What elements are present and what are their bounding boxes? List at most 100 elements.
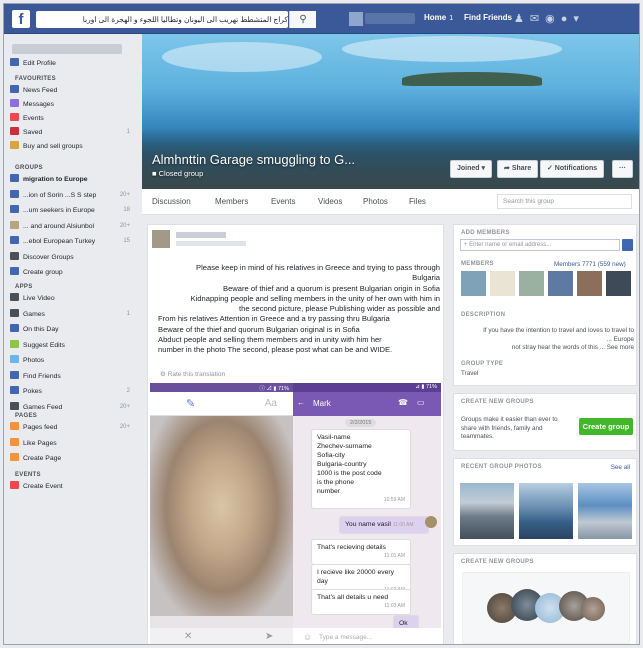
member-thumbnail[interactable] bbox=[605, 270, 632, 297]
sidebar-item-label: Find Friends bbox=[23, 372, 61, 380]
sidebar-item-icon bbox=[10, 85, 19, 93]
edit-profile-link[interactable]: Edit Profile bbox=[10, 58, 136, 69]
profile-name-link[interactable] bbox=[365, 13, 415, 24]
sidebar-item-messages[interactable]: Messages bbox=[10, 99, 136, 110]
phone-status-bar: ⓘ ⊿ ▮ 71% bbox=[150, 383, 293, 392]
send-icon: ➤ bbox=[265, 631, 274, 642]
sidebar-item-discover-groups[interactable]: Discover Groups bbox=[10, 251, 136, 263]
phone-status-bar: ⊿ ▮ 71% bbox=[293, 383, 441, 392]
tab-files[interactable]: Files bbox=[409, 197, 426, 206]
joined-button[interactable]: Joined ▾ bbox=[450, 160, 493, 178]
emoji-icon: ☺ bbox=[303, 632, 313, 642]
sidebar-item-create-page[interactable]: Create Page bbox=[10, 453, 136, 464]
sidebar-item-and-around-alsiunbol[interactable]: ... and around Alsiunbol 20+ bbox=[10, 220, 136, 232]
post-image-screenshots[interactable]: ⓘ ⊿ ▮ 71% ✎ Aa ✕ ➤ ⊿ ▮ 71% ← Mark ☎ ▭ 2/… bbox=[150, 383, 441, 644]
chat-message-received: Vasil-name Zhechev-surname Sofia-city Bulga… bbox=[311, 429, 411, 509]
sidebar-item-saved[interactable]: Saved 1 bbox=[10, 127, 136, 138]
see-all-link[interactable]: See all bbox=[611, 464, 630, 473]
add-members-button-icon[interactable] bbox=[622, 239, 633, 251]
member-thumbnail[interactable] bbox=[576, 270, 603, 297]
find-friends-link[interactable]: Find Friends bbox=[464, 13, 512, 22]
post-author-avatar[interactable] bbox=[152, 230, 170, 248]
groups-heading: GROUPS bbox=[15, 165, 43, 171]
sidebar-item-games[interactable]: Games 1 bbox=[10, 308, 136, 320]
sidebar-user-name[interactable] bbox=[12, 44, 122, 54]
sidebar-item-like-pages[interactable]: Like Pages bbox=[10, 437, 136, 449]
sidebar-item-live-video[interactable]: Live Video bbox=[10, 293, 136, 304]
post-text-line: the second picture, please Publishing wi… bbox=[239, 304, 440, 314]
post-text-line: Please keep in mind of his relatives in … bbox=[196, 263, 440, 272]
sidebar-item-icon bbox=[10, 308, 19, 317]
settings-dropdown-icon[interactable]: ▾ bbox=[573, 13, 585, 25]
message-text: That's all details u need bbox=[317, 594, 389, 601]
tab-members[interactable]: Members bbox=[215, 197, 248, 206]
sidebar-item-buy-and-sell-groups[interactable]: Buy and sell groups bbox=[10, 141, 136, 152]
recent-photo[interactable] bbox=[577, 482, 633, 540]
group-title[interactable]: Almhnttin Garage smuggling to G... bbox=[152, 152, 355, 167]
sidebar-item-icon bbox=[10, 453, 19, 461]
sidebar-item-icon bbox=[10, 293, 19, 301]
home-link[interactable]: Home 1 bbox=[424, 13, 453, 22]
group-cover-photo[interactable]: Almhnttin Garage smuggling to G... ■ Clo… bbox=[142, 34, 639, 189]
search-icon[interactable]: ⚲ bbox=[289, 11, 316, 28]
sidebar-item-label: Suggest Edits bbox=[23, 341, 65, 349]
post-timestamp[interactable] bbox=[176, 241, 246, 246]
home-badge: 1 bbox=[449, 15, 454, 22]
add-members-input[interactable]: + Enter name or email address... bbox=[460, 239, 620, 251]
tab-events[interactable]: Events bbox=[271, 197, 295, 206]
lock-icon[interactable]: ● bbox=[561, 13, 574, 25]
member-thumbnail[interactable] bbox=[460, 270, 487, 297]
member-thumbnail[interactable] bbox=[489, 270, 516, 297]
sidebar-item-pages-feed[interactable]: Pages feed 20+ bbox=[10, 422, 136, 433]
notification-icons: ♟✉◉●▾ bbox=[514, 12, 585, 25]
sidebar-item-games-feed[interactable]: Games Feed 20+ bbox=[10, 401, 136, 413]
profile-avatar[interactable] bbox=[349, 12, 363, 26]
notifications-icon[interactable]: ◉ bbox=[545, 13, 561, 25]
pages-heading: PAGES bbox=[15, 413, 38, 419]
left-sidebar: Edit Profile FAVOURITES News Feed Message… bbox=[4, 34, 142, 644]
sidebar-item-pokes[interactable]: Pokes 2 bbox=[10, 386, 136, 397]
recent-photo[interactable] bbox=[518, 482, 574, 540]
create-group-button[interactable]: Create group bbox=[579, 418, 633, 435]
pencil-icon: ✎ bbox=[186, 398, 196, 410]
sidebar-item-news-feed[interactable]: News Feed bbox=[10, 85, 136, 96]
member-thumbnail[interactable] bbox=[547, 270, 574, 297]
messages-icon[interactable]: ✉ bbox=[530, 13, 545, 25]
chat-input-bar: ☺ Type a message... bbox=[293, 628, 441, 644]
friend-requests-icon[interactable]: ♟ bbox=[514, 13, 530, 25]
sidebar-item-um-seekers-in-europe[interactable]: ...um seekers in Europe 18 bbox=[10, 205, 136, 216]
notifications-button[interactable]: ✓ Notifications bbox=[540, 160, 605, 178]
sidebar-item-suggest-edits[interactable]: Suggest Edits bbox=[10, 339, 136, 351]
members-count-link[interactable]: Members 7771 (559 new) bbox=[554, 261, 626, 270]
sidebar-item-create-event[interactable]: Create Event bbox=[10, 481, 136, 492]
rate-translation-link[interactable]: ⚙ Rate this translation bbox=[160, 370, 225, 378]
more-options-button[interactable]: ··· bbox=[612, 160, 633, 178]
tab-photos[interactable]: Photos bbox=[363, 197, 388, 206]
sidebar-item-events[interactable]: Events bbox=[10, 113, 136, 124]
sidebar-item-photos[interactable]: Photos bbox=[10, 355, 136, 366]
sidebar-item-find-friends[interactable]: Find Friends bbox=[10, 370, 136, 382]
share-button[interactable]: ➦ Share bbox=[497, 160, 539, 178]
group-tabs: Discussion Members Events Videos Photos … bbox=[142, 189, 639, 215]
search-input[interactable]: كراج المتشطط تهريب الى اليونان وتطاليا ا… bbox=[36, 11, 288, 28]
facebook-logo-icon[interactable]: f bbox=[12, 10, 30, 28]
sidebar-item-ebol-european-turkey[interactable]: ...ebol European Turkey 15 bbox=[10, 236, 136, 247]
sidebar-item-on-this-day[interactable]: On this Day bbox=[10, 324, 136, 335]
create-groups-heading: CREATE NEW GROUPS bbox=[461, 399, 534, 405]
recent-photo[interactable] bbox=[459, 482, 515, 540]
sidebar-item-migration-to-europe[interactable]: migration to Europe bbox=[10, 174, 136, 185]
sidebar-item-label: ...ion of Sorin ...S S step bbox=[23, 191, 97, 199]
sidebar-item-label: Games bbox=[23, 310, 45, 318]
sidebar-item-count: 1 bbox=[126, 129, 130, 135]
member-thumbnail[interactable] bbox=[518, 270, 545, 297]
post-text-line: number in the photo The second, please p… bbox=[158, 345, 393, 355]
tab-discussion[interactable]: Discussion bbox=[152, 197, 191, 206]
tab-videos[interactable]: Videos bbox=[318, 197, 342, 206]
group-search-input[interactable]: Search this group bbox=[497, 194, 632, 209]
sidebar-item-create-group[interactable]: Create group bbox=[10, 267, 136, 278]
post-author-name[interactable] bbox=[176, 232, 226, 238]
message-line: 1000 is the post code bbox=[317, 470, 382, 477]
message-time: 11:00 AM bbox=[392, 522, 414, 528]
home-label: Home bbox=[424, 13, 447, 22]
sidebar-item-ion-of-sorin-s-s-step[interactable]: ...ion of Sorin ...S S step 20+ bbox=[10, 189, 136, 201]
